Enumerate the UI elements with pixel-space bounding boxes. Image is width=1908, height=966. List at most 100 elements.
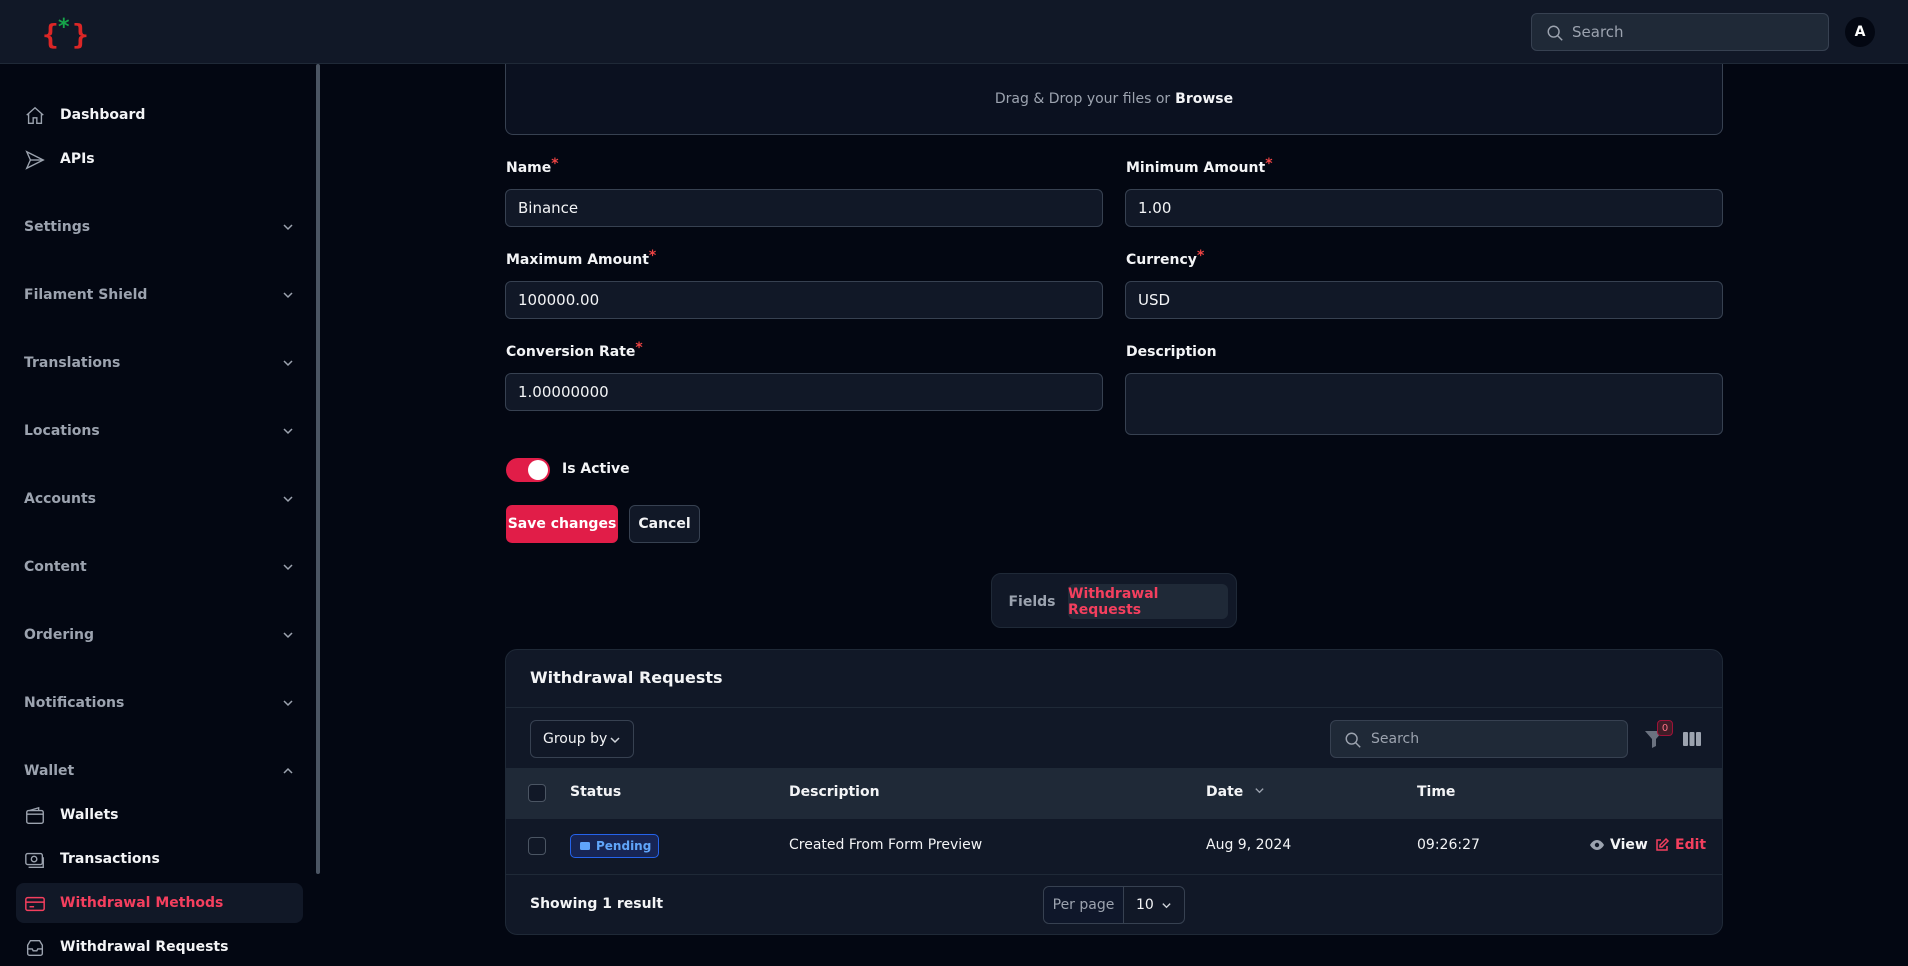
cancel-button[interactable]: Cancel <box>629 505 700 543</box>
currency-label-text: Currency <box>1126 252 1197 268</box>
home-icon <box>26 106 44 125</box>
filter-count-badge: 0 <box>1657 720 1673 736</box>
sidebar-item-dashboard[interactable]: Dashboard <box>16 95 303 135</box>
pencil-square-icon <box>1656 837 1670 851</box>
currency-label: Currency* <box>1126 248 1204 268</box>
global-search-input[interactable]: Search <box>1531 13 1829 51</box>
top-bar: { } * Search A <box>0 0 1908 64</box>
chevron-down-icon <box>610 737 620 744</box>
search-icon <box>1345 732 1361 748</box>
view-button[interactable]: View <box>1589 837 1648 853</box>
dropzone-text: Drag & Drop your files or <box>994 91 1171 107</box>
logo-icon[interactable]: { } * <box>42 14 92 50</box>
tab-fields[interactable]: Fields <box>1002 584 1062 619</box>
columns-icon[interactable] <box>1682 729 1702 749</box>
sidebar-scrollbar[interactable] <box>316 64 320 874</box>
svg-text:}: } <box>72 18 89 50</box>
group-by-label: Group by <box>543 731 608 747</box>
edit-button[interactable]: Edit <box>1654 837 1706 853</box>
name-field[interactable]: Binance <box>505 189 1103 227</box>
description-label-text: Description <box>1126 344 1217 360</box>
table-search-placeholder: Search <box>1371 731 1420 747</box>
browse-link[interactable]: Browse <box>1175 91 1233 107</box>
sort-chevron-down-icon <box>1255 788 1264 794</box>
sidebar-item-label: Transactions <box>60 851 160 867</box>
divider <box>506 818 1722 819</box>
credit-card-icon <box>25 896 45 912</box>
is-active-toggle[interactable] <box>506 458 550 482</box>
currency-field[interactable]: USD <box>1125 281 1723 319</box>
required-mark: * <box>635 340 643 356</box>
sidebar-group-settings[interactable]: Settings <box>24 212 294 242</box>
table-search-input[interactable]: Search <box>1330 720 1628 758</box>
inbox-stack-icon <box>26 939 44 957</box>
avatar[interactable]: A <box>1845 17 1875 47</box>
status-badge: Pending <box>570 834 660 858</box>
row-description: Created From Form Preview <box>789 837 983 853</box>
name-value: Binance <box>518 199 579 217</box>
sidebar-item-wallets[interactable]: Wallets <box>16 795 303 835</box>
sidebar-group-content[interactable]: Content <box>24 552 294 582</box>
group-by-select[interactable]: Group by <box>530 720 634 758</box>
pagination-summary: Showing 1 result <box>530 896 664 912</box>
chevron-down-icon <box>283 496 293 503</box>
file-dropzone[interactable]: Drag & Drop your files or Browse <box>505 64 1723 135</box>
sidebar-item-apis[interactable]: APIs <box>16 139 303 179</box>
global-search-placeholder: Search <box>1572 23 1624 41</box>
eye-icon <box>1590 840 1604 850</box>
select-all-checkbox[interactable] <box>528 784 546 802</box>
sidebar-group-label: Ordering <box>24 627 95 643</box>
minimum-amount-field[interactable]: 1.00 <box>1125 189 1723 227</box>
inbox-icon <box>580 842 590 850</box>
sidebar-item-label: Withdrawal Methods <box>60 895 224 911</box>
table-title: Withdrawal Requests <box>530 668 723 687</box>
per-page-label: Per page <box>1044 887 1124 923</box>
per-page-value[interactable]: 10 <box>1124 887 1184 923</box>
save-button[interactable]: Save changes <box>506 505 618 543</box>
sidebar-group-filament-shield[interactable]: Filament Shield <box>24 280 294 310</box>
toggle-knob <box>528 460 548 480</box>
column-description[interactable]: Description <box>789 784 880 800</box>
chevron-down-icon <box>1162 903 1171 909</box>
tab-withdrawal-requests[interactable]: Withdrawal Requests <box>1068 584 1228 619</box>
sidebar-group-label: Locations <box>24 423 100 439</box>
description-label: Description <box>1126 344 1217 360</box>
per-page-select[interactable]: Per page 10 <box>1043 886 1185 924</box>
sidebar-group-label: Translations <box>24 355 121 371</box>
conversion-rate-value: 1.00000000 <box>518 383 609 401</box>
per-page-value-text: 10 <box>1136 897 1154 913</box>
is-active-label: Is Active <box>562 461 630 477</box>
row-checkbox[interactable] <box>528 837 546 855</box>
sidebar-item-withdrawal-requests[interactable]: Withdrawal Requests <box>16 927 303 966</box>
sidebar-item-transactions[interactable]: Transactions <box>16 839 303 879</box>
column-date[interactable]: Date <box>1206 784 1265 800</box>
maximum-amount-field[interactable]: 100000.00 <box>505 281 1103 319</box>
maximum-amount-value: 100000.00 <box>518 291 600 309</box>
column-status[interactable]: Status <box>570 784 621 800</box>
conversion-rate-label-text: Conversion Rate <box>506 344 636 360</box>
svg-text:{: { <box>42 18 59 50</box>
required-mark: * <box>1265 156 1273 172</box>
sidebar-group-wallet[interactable]: Wallet <box>24 756 294 786</box>
sidebar-item-withdrawal-methods[interactable]: Withdrawal Methods <box>16 883 303 923</box>
sidebar-group-ordering[interactable]: Ordering <box>24 620 294 650</box>
sidebar-group-notifications[interactable]: Notifications <box>24 688 294 718</box>
sidebar-group-label: Settings <box>24 219 91 235</box>
column-time[interactable]: Time <box>1417 784 1455 800</box>
relation-tabs: Fields Withdrawal Requests <box>991 573 1237 628</box>
row-time: 09:26:27 <box>1417 837 1480 853</box>
required-mark: * <box>648 248 657 264</box>
sidebar-group-locations[interactable]: Locations <box>24 416 294 446</box>
sidebar-group-label: Content <box>24 559 87 575</box>
description-textarea[interactable] <box>1125 373 1723 435</box>
sidebar-item-label: Wallets <box>60 807 119 823</box>
divider <box>506 874 1722 875</box>
sidebar-group-translations[interactable]: Translations <box>24 348 294 378</box>
required-mark: * <box>1196 248 1205 264</box>
chevron-down-icon <box>283 224 293 231</box>
sidebar-group-accounts[interactable]: Accounts <box>24 484 294 514</box>
conversion-rate-field[interactable]: 1.00000000 <box>505 373 1103 411</box>
edit-label: Edit <box>1675 837 1707 853</box>
chevron-down-icon <box>283 428 293 435</box>
sidebar-item-label: APIs <box>60 151 95 167</box>
